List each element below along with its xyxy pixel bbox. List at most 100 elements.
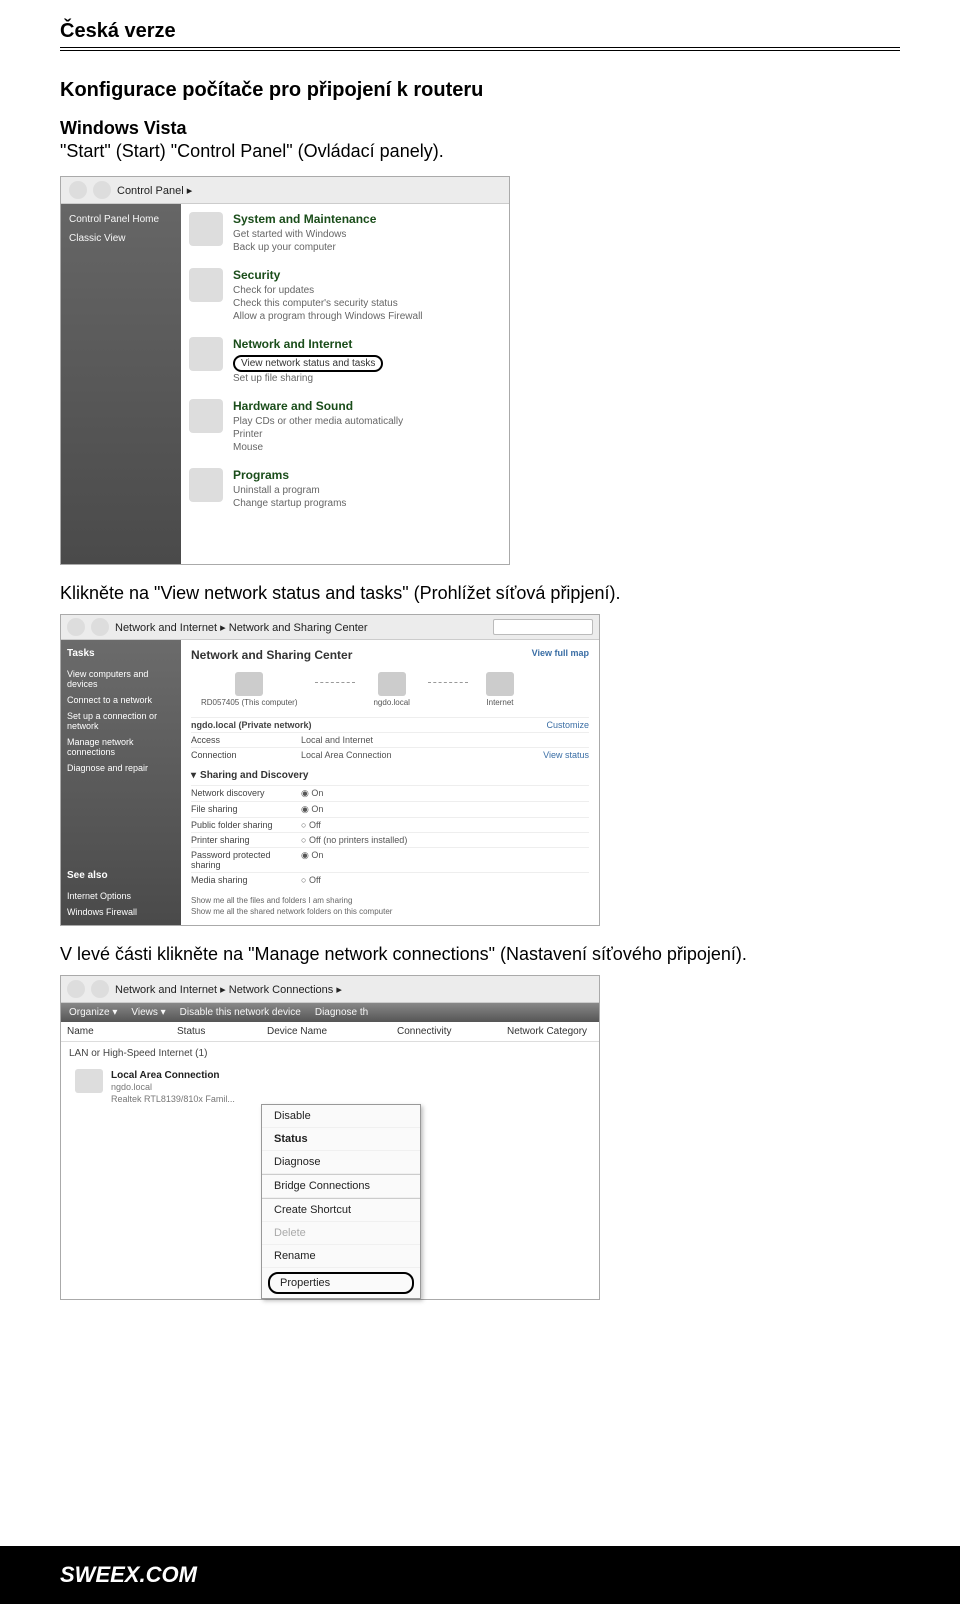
sidebar-item[interactable]: Connect to a network — [67, 695, 175, 705]
cp-item-link[interactable]: Uninstall a program — [233, 484, 346, 497]
forward-button-icon[interactable] — [93, 181, 111, 199]
sharing-discovery-head: ▾ Sharing and Discovery — [191, 770, 589, 781]
cp-item-link[interactable]: Change startup programs — [233, 497, 346, 510]
brand-label: SWEEX.COM — [60, 1562, 197, 1587]
connection-domain: ngdo.local — [111, 1082, 235, 1094]
show-shared-files-link[interactable]: Show me all the files and folders I am s… — [191, 895, 589, 906]
explorer-titlebar: Network and Internet ▸ Network and Shari… — [61, 615, 599, 640]
cp-item-link[interactable]: Check this computer's security status — [233, 297, 423, 310]
forward-button-icon[interactable] — [91, 980, 109, 998]
sidebar-item-home[interactable]: Control Panel Home — [69, 214, 173, 225]
cp-item-hardware[interactable]: Hardware and Sound Play CDs or other med… — [189, 399, 501, 454]
menu-status[interactable]: Status — [262, 1128, 420, 1151]
globe-icon — [486, 672, 514, 696]
row-connection: Connection Local Area Connection View st… — [191, 747, 589, 762]
screenshot-network-connections: Network and Internet ▸ Network Connectio… — [60, 975, 600, 1299]
page-footer: SWEEX.COM — [0, 1546, 960, 1604]
node-computer: RD057405 (This computer) — [201, 672, 297, 707]
screenshot-network-sharing-center: Network and Internet ▸ Network and Shari… — [60, 614, 600, 926]
breadcrumb[interactable]: Network and Internet ▸ Network and Shari… — [115, 621, 368, 634]
explorer-titlebar: Network and Internet ▸ Network Connectio… — [61, 976, 599, 1003]
cp-item-network[interactable]: Network and Internet View network status… — [189, 337, 501, 385]
network-node-icon — [378, 672, 406, 696]
cp-item-programs[interactable]: Programs Uninstall a program Change star… — [189, 468, 501, 510]
caption-2: V levé části klikněte na "Manage network… — [60, 944, 900, 965]
back-button-icon[interactable] — [69, 181, 87, 199]
toolbar-disable[interactable]: Disable this network device — [180, 1007, 301, 1018]
sidebar-item[interactable]: Set up a connection or network — [67, 711, 175, 731]
toggle-on[interactable]: On — [301, 804, 323, 815]
menu-shortcut[interactable]: Create Shortcut — [262, 1198, 420, 1222]
cp-item-title: Hardware and Sound — [233, 399, 403, 413]
toolbar-diagnose[interactable]: Diagnose th — [315, 1007, 368, 1018]
cp-item-link[interactable]: Allow a program through Windows Firewall — [233, 310, 423, 323]
breadcrumb[interactable]: Network and Internet ▸ Network Connectio… — [115, 983, 342, 996]
back-button-icon[interactable] — [67, 980, 85, 998]
also-head: See also — [67, 870, 175, 881]
toolbar-views[interactable]: Views ▾ — [131, 1007, 165, 1018]
group-header: LAN or High-Speed Internet (1) — [61, 1042, 599, 1065]
column-headers[interactable]: Name Status Device Name Connectivity Net… — [61, 1022, 599, 1042]
view-full-map-link[interactable]: View full map — [532, 648, 589, 662]
nsc-footer-links: Show me all the files and folders I am s… — [191, 895, 589, 917]
system-icon — [189, 212, 223, 246]
cp-item-link[interactable]: Back up your computer — [233, 241, 376, 254]
cp-item-system[interactable]: System and Maintenance Get started with … — [189, 212, 501, 254]
toggle-on[interactable]: On — [301, 788, 323, 799]
security-icon — [189, 268, 223, 302]
cp-item-title: Network and Internet — [233, 337, 383, 351]
col-connectivity[interactable]: Connectivity — [397, 1026, 507, 1037]
explorer-titlebar: Control Panel ▸ — [61, 177, 509, 204]
row-access: Access Local and Internet — [191, 732, 589, 747]
cp-item-link[interactable]: Set up file sharing — [233, 372, 383, 385]
control-panel-main: System and Maintenance Get started with … — [181, 204, 509, 564]
cp-item-link[interactable]: Printer — [233, 428, 403, 441]
menu-bridge[interactable]: Bridge Connections — [262, 1174, 420, 1198]
nsc-title: Network and Sharing Center — [191, 648, 352, 662]
show-shared-folders-link[interactable]: Show me all the shared network folders o… — [191, 906, 589, 917]
menu-properties[interactable]: Properties — [268, 1272, 414, 1294]
toggle-off[interactable]: Off — [301, 820, 321, 830]
sidebar-item[interactable]: Windows Firewall — [67, 907, 175, 917]
hardware-icon — [189, 399, 223, 433]
sidebar-item[interactable]: Internet Options — [67, 891, 175, 901]
forward-button-icon[interactable] — [91, 618, 109, 636]
nsc-main: Network and Sharing Center View full map… — [181, 640, 599, 925]
cp-item-link[interactable]: Check for updates — [233, 284, 423, 297]
connection-device: Realtek RTL8139/810x Famil... — [111, 1094, 235, 1106]
customize-link[interactable]: Customize — [546, 720, 589, 730]
col-status[interactable]: Status — [177, 1026, 267, 1037]
col-category[interactable]: Network Category — [507, 1026, 593, 1037]
col-name[interactable]: Name — [67, 1026, 177, 1037]
control-panel-sidebar: Control Panel Home Classic View — [61, 204, 181, 564]
page-header: Česká verze — [60, 20, 900, 51]
sidebar-item[interactable]: View computers and devices — [67, 669, 175, 689]
explorer-toolbar: Organize ▾ Views ▾ Disable this network … — [61, 1003, 599, 1022]
cp-item-link[interactable]: Get started with Windows — [233, 228, 376, 241]
breadcrumb[interactable]: Control Panel ▸ — [117, 184, 192, 197]
view-status-link[interactable]: View status — [543, 750, 589, 760]
tasks-head: Tasks — [67, 648, 175, 659]
menu-disable[interactable]: Disable — [262, 1105, 420, 1128]
sidebar-item[interactable]: Diagnose and repair — [67, 763, 175, 773]
cp-item-title: System and Maintenance — [233, 212, 376, 226]
toolbar-organize[interactable]: Organize ▾ — [69, 1007, 117, 1018]
col-device[interactable]: Device Name — [267, 1026, 397, 1037]
cp-item-link[interactable]: Play CDs or other media automatically — [233, 415, 403, 428]
cp-item-link[interactable]: Mouse — [233, 441, 403, 454]
sidebar-item-classic[interactable]: Classic View — [69, 233, 173, 244]
back-button-icon[interactable] — [67, 618, 85, 636]
toggle-off[interactable]: Off (no printers installed) — [301, 835, 407, 845]
menu-diagnose[interactable]: Diagnose — [262, 1151, 420, 1174]
sidebar-item-manage-connections[interactable]: Manage network connections — [67, 737, 175, 757]
cp-highlighted-link[interactable]: View network status and tasks — [233, 355, 383, 372]
programs-icon — [189, 468, 223, 502]
toggle-on[interactable]: On — [301, 850, 323, 870]
cp-item-security[interactable]: Security Check for updates Check this co… — [189, 268, 501, 323]
toggle-off[interactable]: Off — [301, 875, 321, 885]
node-network: ngdo.local — [373, 672, 409, 707]
menu-rename[interactable]: Rename — [262, 1245, 420, 1268]
caption-1: Klikněte na "View network status and tas… — [60, 583, 900, 604]
search-input[interactable] — [493, 619, 593, 635]
screenshot-control-panel: Control Panel ▸ Control Panel Home Class… — [60, 176, 510, 565]
